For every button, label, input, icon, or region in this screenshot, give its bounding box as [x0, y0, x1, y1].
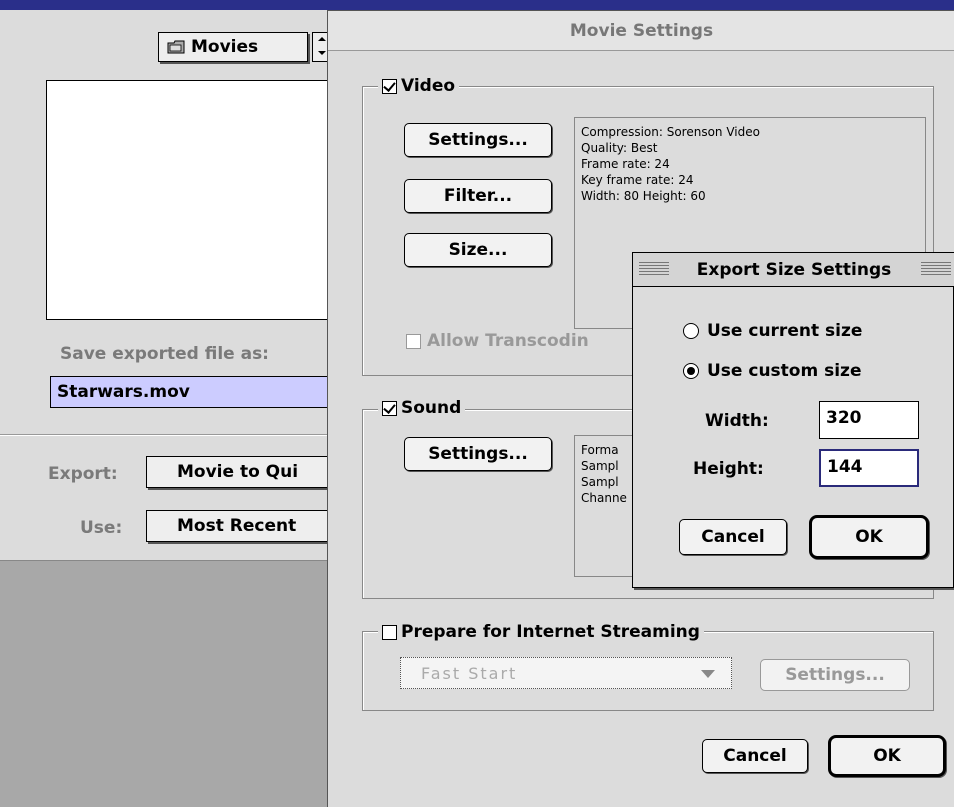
video-label: Video [401, 76, 456, 96]
height-label: Height: [693, 459, 764, 479]
chevron-down-icon [701, 670, 715, 678]
allow-transcoding-row[interactable]: Allow Transcodin [406, 331, 589, 351]
streaming-group-header: Prepare for Internet Streaming [378, 621, 704, 643]
allow-transcoding-checkbox[interactable] [406, 333, 421, 349]
use-custom-size-label: Use custom size [707, 361, 862, 381]
export-dialog-lower-area [0, 560, 345, 807]
use-settings-popup[interactable]: Most Recent [146, 510, 346, 542]
streaming-label: Prepare for Internet Streaming [401, 622, 700, 642]
folder-popup[interactable]: Movies [158, 32, 308, 62]
titlebar-stripes [639, 262, 669, 276]
width-field[interactable]: 320 [819, 401, 919, 439]
ok-button[interactable]: OK [828, 735, 946, 777]
folder-icon [167, 39, 185, 55]
export-label: Export: [48, 464, 118, 484]
use-label: Use: [80, 518, 123, 538]
video-settings-button[interactable]: Settings... [404, 123, 552, 157]
file-list[interactable] [46, 80, 346, 320]
export-size-cancel-button[interactable]: Cancel [679, 519, 787, 555]
width-label: Width: [705, 411, 769, 431]
height-field[interactable]: 144 [819, 449, 919, 487]
sound-settings-button[interactable]: Settings... [404, 437, 552, 471]
video-info-line: Compression: Sorenson Video [581, 125, 760, 139]
sound-checkbox[interactable] [382, 400, 397, 416]
folder-popup-label: Movies [191, 37, 259, 57]
use-custom-size-radio[interactable] [683, 363, 699, 379]
streaming-mode-value: Fast Start [421, 663, 518, 683]
streaming-settings-button[interactable]: Settings... [760, 659, 910, 691]
cancel-button[interactable]: Cancel [702, 739, 808, 773]
sound-group-header: Sound [378, 397, 466, 419]
sound-label: Sound [401, 398, 462, 418]
use-custom-size-option[interactable]: Use custom size [683, 361, 861, 381]
export-size-title: Export Size Settings [692, 259, 896, 280]
export-size-ok-button[interactable]: OK [809, 515, 929, 559]
export-size-titlebar[interactable]: Export Size Settings [633, 253, 954, 287]
video-info-line: Quality: Best [581, 141, 658, 155]
use-current-size-radio[interactable] [683, 323, 699, 339]
video-size-button[interactable]: Size... [404, 233, 552, 267]
use-current-size-label: Use current size [707, 321, 863, 341]
filename-field[interactable]: Starwars.mov [50, 376, 350, 408]
movie-settings-title[interactable]: Movie Settings [328, 11, 954, 51]
streaming-mode-popup[interactable]: Fast Start [400, 657, 732, 689]
menu-bar-edge [0, 0, 954, 10]
video-checkbox[interactable] [382, 78, 397, 94]
video-filter-button[interactable]: Filter... [404, 179, 552, 213]
streaming-checkbox[interactable] [382, 624, 397, 640]
allow-transcoding-label: Allow Transcodin [427, 331, 589, 351]
export-format-popup[interactable]: Movie to Qui [146, 456, 346, 488]
video-info-line: Width: 80 Height: 60 [581, 189, 706, 203]
titlebar-stripes [921, 262, 951, 276]
save-as-label: Save exported file as: [60, 344, 269, 364]
export-size-dialog: Export Size Settings Use current size Us… [632, 252, 954, 588]
video-info-line: Frame rate: 24 [581, 157, 670, 171]
divider-highlight [0, 435, 345, 436]
use-current-size-option[interactable]: Use current size [683, 321, 862, 341]
video-info-line: Key frame rate: 24 [581, 173, 694, 187]
video-group-header: Video [378, 75, 460, 97]
